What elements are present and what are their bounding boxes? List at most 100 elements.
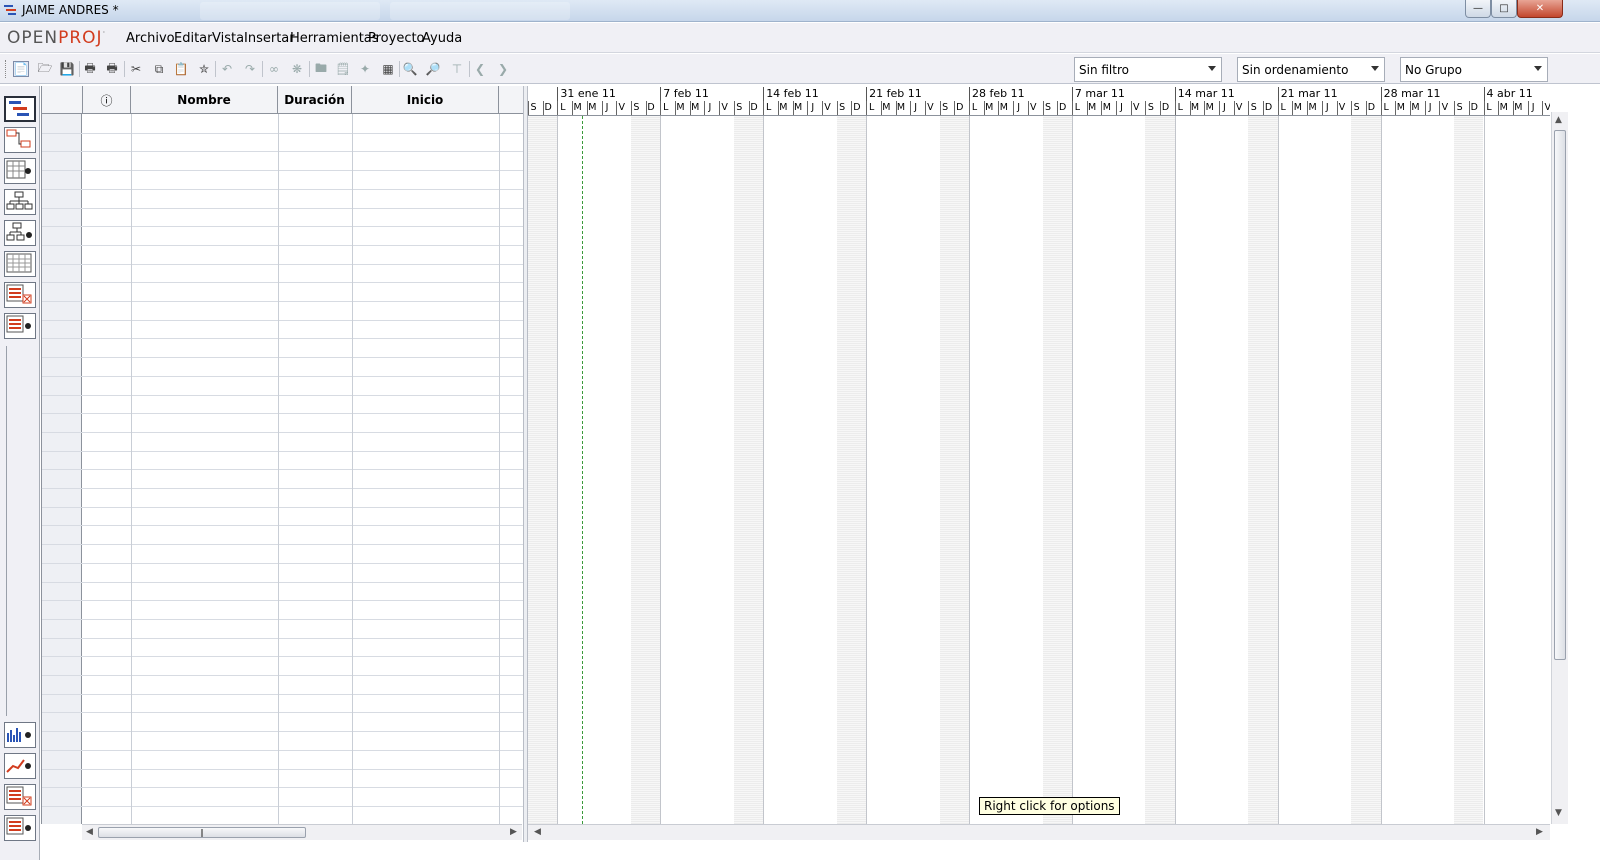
table-scroll-thumb[interactable]: ‖ <box>98 827 306 838</box>
table-row[interactable] <box>42 319 523 321</box>
menu-vista[interactable]: Vista <box>212 31 244 46</box>
table-row[interactable] <box>42 170 523 172</box>
row-number-header[interactable] <box>42 86 83 114</box>
calendar-icon[interactable]: ▦ <box>380 61 396 77</box>
scroll-up-icon[interactable]: ▲ <box>1555 115 1562 125</box>
task-rows[interactable] <box>42 114 523 824</box>
gantt-chart[interactable]: S D 31 ene 11 L M M J V S D 7 feb 11 L M M J V S D 14 feb … <box>528 86 1550 824</box>
task-info-icon[interactable]: 🖿 <box>313 61 329 77</box>
save-icon[interactable]: 💾 <box>59 61 75 77</box>
gantt-view-icon[interactable] <box>4 96 36 122</box>
scroll-to-task-icon[interactable]: ⊤ <box>449 61 465 77</box>
resource-usage-view-icon[interactable] <box>4 313 36 339</box>
table-row[interactable] <box>42 207 523 209</box>
table-row[interactable] <box>42 693 523 695</box>
print-preview-icon[interactable]: 🖶 <box>104 61 120 77</box>
new-project-icon[interactable]: 📄 <box>13 61 29 77</box>
minimize-button[interactable]: — <box>1465 0 1491 18</box>
table-row[interactable] <box>42 488 523 489</box>
table-row[interactable] <box>42 151 523 153</box>
indent-left-icon[interactable]: ❮ <box>472 61 488 77</box>
table-row[interactable] <box>42 450 523 452</box>
task-usage-view-icon[interactable] <box>4 282 36 308</box>
info-column-header[interactable]: ⓘ <box>83 86 131 114</box>
table-row[interactable] <box>42 226 523 228</box>
menu-insertar[interactable]: Insertar <box>244 31 295 46</box>
close-button[interactable]: ✕ <box>1517 0 1563 18</box>
task-table[interactable]: ⓘ Nombre Duración Inicio <box>41 86 523 824</box>
menu-ayuda[interactable]: Ayuda <box>422 31 462 46</box>
undo-icon[interactable]: ↶ <box>219 61 235 77</box>
notes-icon[interactable]: 🗒 <box>335 61 351 77</box>
gantt-vertical-scroll-thumb[interactable] <box>1554 130 1566 660</box>
resources-view-icon[interactable] <box>4 158 36 184</box>
duration-column-header[interactable]: Duración <box>278 86 352 114</box>
unlink-icon[interactable]: ❋ <box>289 61 305 77</box>
cut-icon[interactable]: ✂ <box>128 61 144 77</box>
table-row[interactable] <box>42 357 523 359</box>
menu-archivo[interactable]: Archivo <box>126 31 175 46</box>
menu-editar[interactable]: Editar <box>174 31 213 46</box>
table-row[interactable] <box>42 562 523 564</box>
scroll-left-icon[interactable]: ◀ <box>86 827 93 837</box>
histogram-view-icon[interactable] <box>4 722 36 748</box>
scroll-left-icon[interactable]: ◀ <box>534 827 541 837</box>
name-column-header[interactable]: Nombre <box>131 86 278 114</box>
wbs-view-icon[interactable] <box>4 189 36 215</box>
network-view-icon[interactable] <box>4 127 36 153</box>
print-icon[interactable]: 🖶 <box>82 61 98 77</box>
table-row[interactable] <box>42 805 523 807</box>
table-row[interactable] <box>42 525 523 527</box>
table-row[interactable] <box>42 338 523 340</box>
zoom-in-icon[interactable]: 🔍 <box>402 61 418 77</box>
scroll-right-icon[interactable]: ▶ <box>510 827 517 837</box>
menu-herramientas[interactable]: Herramientas <box>290 31 379 46</box>
menu-proyecto[interactable]: Proyecto <box>368 31 425 46</box>
start-column-header[interactable]: Inicio <box>352 86 499 114</box>
table-row[interactable] <box>42 581 523 583</box>
table-row[interactable] <box>42 188 523 190</box>
table-row[interactable] <box>42 544 523 546</box>
task-usage-view-icon-2[interactable] <box>4 784 36 810</box>
table-row[interactable] <box>42 506 523 508</box>
project-view-icon[interactable] <box>4 251 36 277</box>
scroll-down-icon[interactable]: ▼ <box>1555 808 1562 818</box>
open-icon[interactable]: 🗁 <box>37 61 53 77</box>
rbs-view-icon[interactable] <box>4 220 36 246</box>
table-horizontal-scrollbar[interactable]: ◀ ‖ ▶ <box>82 824 522 840</box>
gantt-horizontal-scrollbar[interactable]: ◀ ▶ <box>528 824 1550 840</box>
table-row[interactable] <box>42 431 523 433</box>
toolbar-grip[interactable] <box>5 60 8 78</box>
table-row[interactable] <box>42 768 523 770</box>
filter-dropdown[interactable]: Sin filtro <box>1074 57 1222 82</box>
resource-assign-icon[interactable]: ✦ <box>357 61 373 77</box>
copy-icon[interactable]: ⧉ <box>151 61 167 77</box>
indent-right-icon[interactable]: ❯ <box>495 61 511 77</box>
maximize-button[interactable]: □ <box>1491 0 1517 18</box>
table-row[interactable] <box>42 263 523 265</box>
table-row[interactable] <box>42 375 523 377</box>
sort-dropdown[interactable]: Sin ordenamiento <box>1237 57 1385 82</box>
table-row[interactable] <box>42 301 523 302</box>
gantt-timescale-header[interactable]: S D 31 ene 11 L M M J V S D 7 feb 11 L M M J V S D 14 feb … <box>528 86 1550 116</box>
link-icon[interactable]: ∞ <box>266 61 282 77</box>
zoom-out-icon[interactable]: 🔎 <box>425 61 441 77</box>
group-dropdown[interactable]: No Grupo <box>1400 57 1548 82</box>
table-row[interactable] <box>42 731 523 733</box>
table-row[interactable] <box>42 469 523 471</box>
table-row[interactable] <box>42 675 523 676</box>
table-row[interactable] <box>42 413 523 415</box>
resource-usage-view-icon-2[interactable] <box>4 815 36 841</box>
charts-view-icon[interactable] <box>4 753 36 779</box>
redo-icon[interactable]: ↷ <box>242 61 258 77</box>
table-row[interactable] <box>42 282 523 284</box>
table-row[interactable] <box>42 394 523 396</box>
table-row[interactable] <box>42 244 523 246</box>
gantt-vertical-scrollbar[interactable]: ▲ ▼ <box>1551 112 1568 824</box>
find-icon[interactable]: ✮ <box>196 61 212 77</box>
table-row[interactable] <box>42 749 523 751</box>
paste-icon[interactable]: 📋 <box>173 61 189 77</box>
table-row[interactable] <box>42 637 523 639</box>
table-row[interactable] <box>42 656 523 658</box>
table-row[interactable] <box>42 132 523 134</box>
